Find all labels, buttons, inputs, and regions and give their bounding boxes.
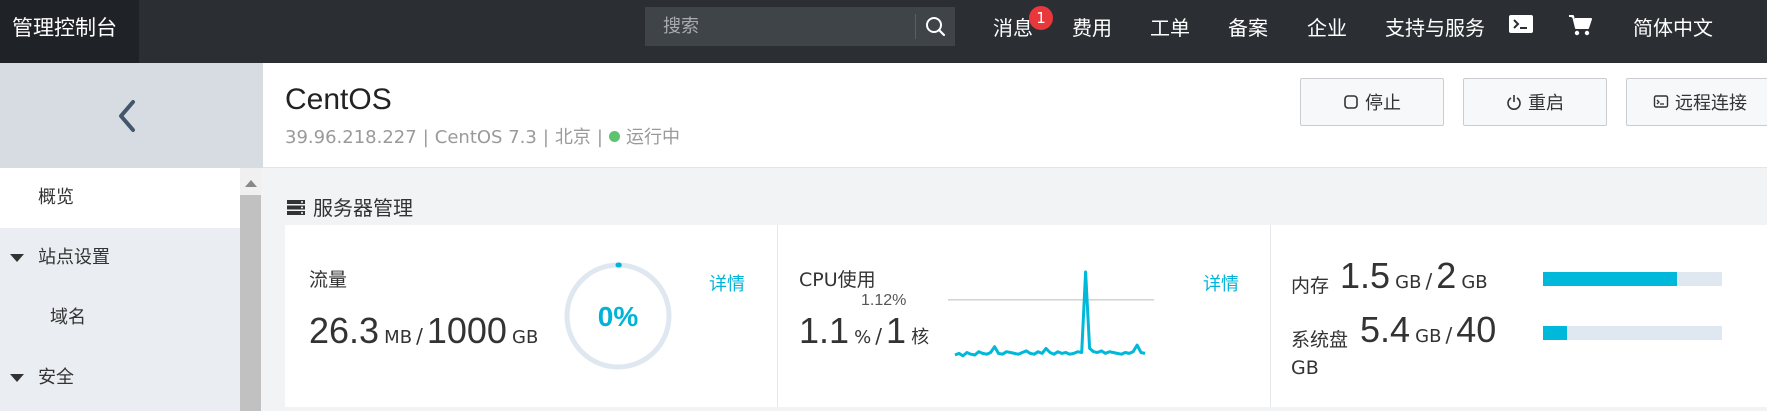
instance-header: CentOS 39.96.218.227 | CentOS 7.3 | 北京 | 运行中 停… bbox=[263, 63, 1767, 168]
traffic-used-unit: MB bbox=[384, 327, 413, 348]
chevron-left-icon bbox=[119, 100, 135, 132]
nav-support[interactable]: 支持与服务 bbox=[1385, 0, 1485, 56]
card-divider bbox=[777, 225, 778, 407]
disk-total-unit: GB bbox=[1291, 357, 1319, 379]
terminal-window-icon bbox=[1653, 95, 1669, 108]
traffic-total: 1000 bbox=[426, 310, 507, 351]
traffic-label: 流量 bbox=[309, 269, 348, 291]
nav-billing[interactable]: 费用 bbox=[1072, 0, 1112, 56]
section-heading: 服务器管理 bbox=[287, 192, 413, 221]
sidebar-item-label: 安全 bbox=[38, 367, 74, 388]
status-dot-icon bbox=[608, 131, 620, 142]
remote-connect-button-label: 远程连接 bbox=[1675, 93, 1747, 114]
instance-status: 运行中 bbox=[625, 127, 680, 148]
memory-bar-fill bbox=[1543, 272, 1678, 286]
cpu-usage: 1.1 bbox=[799, 310, 850, 351]
sidebar-item-label: 域名 bbox=[50, 307, 86, 328]
instance-meta: 39.96.218.227 | CentOS 7.3 | 北京 | 运行中 bbox=[285, 127, 680, 148]
memory-label: 内存 bbox=[1291, 275, 1330, 297]
memory-bar bbox=[1543, 272, 1722, 286]
memory-value: 1.5 GB/2 GB bbox=[1340, 255, 1488, 296]
sidebar-item-site-settings[interactable]: 站点设置 bbox=[0, 228, 240, 288]
disk-bar bbox=[1543, 326, 1722, 340]
traffic-total-unit: GB bbox=[512, 327, 539, 348]
console-brand[interactable]: 管理控制台 bbox=[0, 0, 139, 63]
memory-used: 1.5 bbox=[1340, 255, 1391, 296]
restart-button[interactable]: 重启 bbox=[1463, 78, 1607, 126]
instance-region: 北京 bbox=[554, 127, 591, 148]
memory-used-unit: GB bbox=[1395, 272, 1422, 293]
scroll-up-arrow-icon[interactable] bbox=[245, 180, 257, 187]
section-title: 服务器管理 bbox=[313, 196, 413, 220]
terminal-icon bbox=[1509, 15, 1533, 33]
terminal-button[interactable] bbox=[1508, 13, 1534, 43]
search-icon bbox=[926, 17, 946, 37]
sidebar-scrollbar[interactable] bbox=[240, 168, 261, 411]
stop-button[interactable]: 停止 bbox=[1300, 78, 1444, 126]
remote-connect-button[interactable]: 远程连接 bbox=[1626, 78, 1767, 126]
memory-total: 2 bbox=[1436, 255, 1457, 296]
traffic-value: 26.3 MB/1000 GB bbox=[309, 310, 539, 351]
search-button[interactable] bbox=[917, 7, 955, 46]
restart-button-label: 重启 bbox=[1528, 93, 1564, 114]
search-box bbox=[645, 7, 955, 46]
sidebar-item-security[interactable]: 安全 bbox=[0, 348, 240, 408]
sidebar-collapse-toggle[interactable] bbox=[0, 63, 263, 168]
server-icon bbox=[287, 199, 305, 215]
cart-icon bbox=[1569, 15, 1592, 36]
traffic-percent: 0% bbox=[598, 301, 639, 332]
sidebar-item-label: 概览 bbox=[38, 187, 74, 208]
sidebar: 概览 站点设置 域名 安全 bbox=[0, 168, 240, 411]
nav-messages[interactable]: 消息 bbox=[993, 0, 1033, 56]
cpu-peak-label: 1.12% bbox=[861, 292, 906, 309]
language-switch[interactable]: 简体中文 bbox=[1633, 0, 1713, 56]
disk-label: 系统盘 bbox=[1291, 329, 1349, 351]
cpu-sparkline: 1.12% bbox=[861, 270, 1154, 358]
nav-tickets[interactable]: 工单 bbox=[1150, 0, 1190, 56]
memory-total-unit: GB bbox=[1461, 272, 1488, 293]
traffic-gauge: 0% bbox=[564, 262, 672, 370]
instance-name: CentOS bbox=[285, 83, 392, 116]
card-divider bbox=[1270, 225, 1271, 407]
nav-enterprise[interactable]: 企业 bbox=[1307, 0, 1347, 56]
sidebar-item-overview[interactable]: 概览 bbox=[0, 168, 240, 228]
top-navigation-bar: 管理控制台 消息 1 费用 工单 备案 企业 支持与服务 简体中文 bbox=[0, 0, 1767, 63]
cart-button[interactable] bbox=[1567, 13, 1593, 43]
caret-down-icon bbox=[10, 254, 24, 262]
traffic-used: 26.3 bbox=[309, 310, 380, 351]
messages-badge: 1 bbox=[1029, 6, 1053, 30]
stop-button-label: 停止 bbox=[1365, 93, 1401, 114]
sidebar-item-label: 站点设置 bbox=[38, 247, 110, 268]
instance-ip: 39.96.218.227 bbox=[285, 127, 417, 148]
stop-icon bbox=[1344, 95, 1358, 109]
disk-total: 40 bbox=[1456, 309, 1497, 350]
disk-used: 5.4 bbox=[1360, 309, 1411, 350]
disk-used-unit: GB bbox=[1415, 326, 1442, 347]
server-stats-cards: 流量 26.3 MB/1000 GB 0% 详情 CPU使用 1.1 %/1 核… bbox=[285, 225, 1767, 407]
disk-bar-fill bbox=[1543, 326, 1568, 340]
caret-down-icon bbox=[10, 374, 24, 382]
search-input[interactable] bbox=[645, 7, 915, 46]
nav-icp[interactable]: 备案 bbox=[1228, 0, 1268, 56]
power-icon bbox=[1507, 95, 1521, 110]
disk-value: 5.4 GB/40 bbox=[1360, 309, 1497, 350]
sidebar-item-domain[interactable]: 域名 bbox=[0, 288, 240, 348]
instance-os: CentOS 7.3 bbox=[434, 127, 537, 148]
traffic-detail-link[interactable]: 详情 bbox=[709, 270, 745, 296]
scroll-thumb[interactable] bbox=[240, 195, 261, 411]
cpu-detail-link[interactable]: 详情 bbox=[1203, 270, 1239, 296]
search-divider bbox=[915, 14, 916, 39]
cpu-series-line bbox=[954, 270, 1146, 358]
